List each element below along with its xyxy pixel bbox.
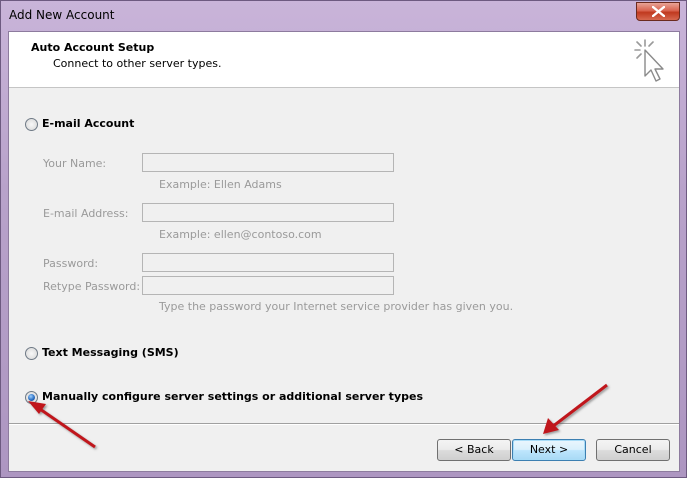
arrow-to-manual-radio — [28, 401, 96, 449]
annotation-arrows — [28, 383, 608, 449]
arrow-to-next-button — [543, 383, 608, 434]
